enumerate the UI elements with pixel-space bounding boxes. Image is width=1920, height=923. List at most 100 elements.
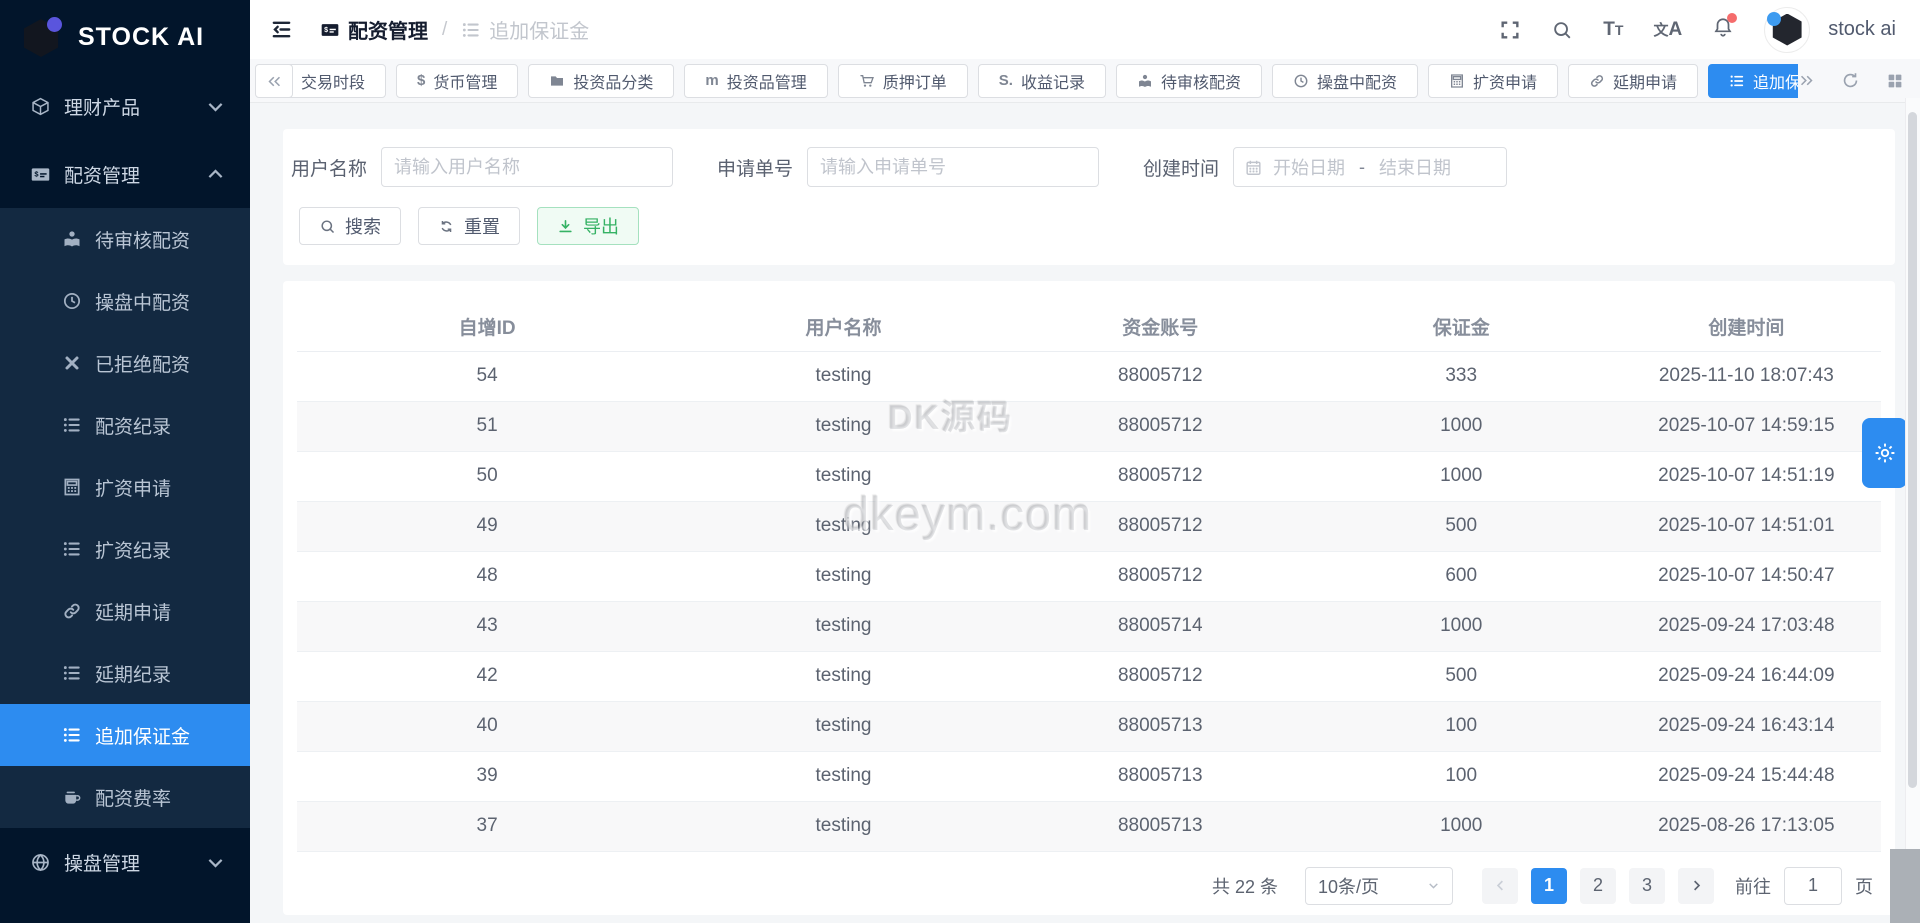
- prev-page-button[interactable]: [1482, 868, 1518, 904]
- clock-icon: [1293, 73, 1309, 89]
- page-content: 用户名称 申请单号 创建时间 开始日期 - 结束日期: [250, 104, 1920, 923]
- tab-delay-apply[interactable]: 延期申请: [1568, 64, 1698, 98]
- tabs-scroll-right-button[interactable]: [1798, 72, 1815, 89]
- sidebar-item-expand-records[interactable]: 扩资纪录: [0, 518, 250, 580]
- column-header-id: 自增ID: [297, 302, 677, 351]
- sidebar-item-operating[interactable]: 操盘中配资: [0, 270, 250, 332]
- settings-fab-button[interactable]: [1862, 418, 1907, 488]
- tab-pending-review[interactable]: 待审核配资: [1116, 64, 1262, 98]
- search-button[interactable]: 搜索: [299, 207, 401, 245]
- column-header-created: 创建时间: [1612, 302, 1881, 351]
- user-name[interactable]: stock ai: [1828, 18, 1896, 41]
- sidebar: STOCK AI 理财产品 $ 配资管理 待审核配资 操盘中配资 已拒绝配资: [0, 0, 250, 923]
- username-input[interactable]: [381, 147, 673, 187]
- column-header-username: 用户名称: [677, 302, 1010, 351]
- table-row: 48testing880057126002025-10-07 14:50:47: [297, 551, 1881, 601]
- sidebar-item-rejected[interactable]: 已拒绝配资: [0, 332, 250, 394]
- fullscreen-icon[interactable]: [1499, 19, 1521, 41]
- table-row: 37testing8800571310002025-08-26 17:13:05: [297, 801, 1881, 851]
- tab-pledge-orders[interactable]: 质押订单: [838, 64, 968, 98]
- sidebar-item-margin-call[interactable]: 追加保证金: [0, 704, 250, 766]
- tab-investment-management[interactable]: m 投资品管理: [684, 64, 827, 98]
- filter-username: 用户名称: [291, 147, 673, 187]
- scrollbar-thumb[interactable]: [1908, 112, 1917, 788]
- scrollbar-bottom-block: [1890, 849, 1920, 923]
- page-button-2[interactable]: 2: [1580, 868, 1616, 904]
- goto-page-input[interactable]: [1784, 867, 1842, 905]
- sidebar-item-label: 待审核配资: [95, 226, 190, 253]
- table-row: 39testing880057131002025-09-24 15:44:48: [297, 751, 1881, 801]
- cell-margin: 500: [1311, 501, 1612, 551]
- cell-account: 88005712: [1010, 351, 1311, 401]
- sidebar-collapse-button[interactable]: [266, 15, 296, 45]
- menu-fold-icon: [270, 18, 293, 41]
- sidebar-item-delay-apply[interactable]: 延期申请: [0, 580, 250, 642]
- tab-expand-apply[interactable]: 扩资申请: [1428, 64, 1558, 98]
- cell-username: testing: [677, 751, 1010, 801]
- sidebar-item-expand-apply[interactable]: 扩资申请: [0, 456, 250, 518]
- created-time-label: 创建时间: [1143, 154, 1219, 181]
- next-page-button[interactable]: [1678, 868, 1714, 904]
- sidebar-item-delay-records[interactable]: 延期纪录: [0, 642, 250, 704]
- date-range-picker[interactable]: 开始日期 - 结束日期: [1233, 147, 1507, 187]
- start-date-placeholder: 开始日期: [1273, 154, 1345, 180]
- topbar-actions: TT 文A stock ai: [1499, 7, 1896, 53]
- download-icon: [557, 218, 574, 235]
- cell-id: 40: [297, 701, 677, 751]
- money-check-icon: $: [30, 164, 51, 185]
- pagination-total: 共 22 条: [1212, 873, 1278, 899]
- breadcrumb-section-label: 配资管理: [348, 15, 428, 44]
- sidebar-item-licai-products[interactable]: 理财产品: [0, 72, 250, 140]
- tabs-scroll-left-button[interactable]: [255, 64, 293, 98]
- orderno-input[interactable]: [807, 147, 1099, 187]
- cell-created: 2025-09-24 15:44:48: [1612, 751, 1881, 801]
- chevron-up-icon: [205, 164, 226, 185]
- cell-id: 39: [297, 751, 677, 801]
- page-button-3[interactable]: 3: [1629, 868, 1665, 904]
- cell-margin: 1000: [1311, 401, 1612, 451]
- cell-margin: 100: [1311, 701, 1612, 751]
- tab-currency-management[interactable]: $ 货币管理: [396, 64, 518, 98]
- tab-margin-call[interactable]: 追加保证金: [1708, 64, 1798, 98]
- search-button-label: 搜索: [345, 213, 381, 239]
- cell-margin: 1000: [1311, 451, 1612, 501]
- tab-earnings-records[interactable]: S. 收益记录: [978, 64, 1106, 98]
- cell-account: 88005712: [1010, 401, 1311, 451]
- tab-label: 质押订单: [883, 69, 947, 93]
- sidebar-item-pending-review[interactable]: 待审核配资: [0, 208, 250, 270]
- cell-account: 88005713: [1010, 801, 1311, 851]
- reset-button-label: 重置: [464, 213, 500, 239]
- table-row: 51testing8800571210002025-10-07 14:59:15: [297, 401, 1881, 451]
- export-button[interactable]: 导出: [537, 207, 639, 245]
- filter-created-time: 创建时间 开始日期 - 结束日期: [1143, 147, 1507, 187]
- cell-username: testing: [677, 551, 1010, 601]
- notifications-button[interactable]: [1712, 16, 1734, 43]
- font-size-icon[interactable]: TT: [1603, 19, 1623, 41]
- vertical-scrollbar[interactable]: [1905, 98, 1920, 923]
- tab-bar: 交易时段 $ 货币管理 投资品分类 m 投资品管理 质押订单 S. 收益记录: [250, 59, 1920, 103]
- gear-icon: [1873, 441, 1897, 465]
- sidebar-item-peizi-rates[interactable]: 配资费率: [0, 766, 250, 828]
- tab-operating[interactable]: 操盘中配资: [1272, 64, 1418, 98]
- table-row: 42testing880057125002025-09-24 16:44:09: [297, 651, 1881, 701]
- list-icon: [1729, 73, 1745, 89]
- filter-panel: 用户名称 申请单号 创建时间 开始日期 - 结束日期: [283, 129, 1895, 265]
- pagination: 共 22 条 10条/页 1 2 3 前往 页: [297, 857, 1881, 915]
- reset-button[interactable]: 重置: [418, 207, 520, 245]
- page-unit-label: 页: [1855, 873, 1873, 899]
- breadcrumb-section[interactable]: $ 配资管理: [320, 15, 428, 44]
- page-size-select[interactable]: 10条/页: [1305, 867, 1453, 905]
- refresh-button[interactable]: [1841, 71, 1860, 90]
- sidebar-item-caopan-management[interactable]: 操盘管理: [0, 828, 250, 896]
- data-table-panel: 自增ID 用户名称 资金账号 保证金 创建时间 54testing8800571…: [283, 281, 1895, 915]
- sidebar-item-peizi-management[interactable]: $ 配资管理: [0, 140, 250, 208]
- tab-investment-categories[interactable]: 投资品分类: [528, 64, 674, 98]
- translate-icon[interactable]: 文A: [1653, 19, 1682, 41]
- cell-created: 2025-11-10 18:07:43: [1612, 351, 1881, 401]
- avatar[interactable]: [1764, 7, 1810, 53]
- sidebar-item-peizi-records[interactable]: 配资纪录: [0, 394, 250, 456]
- tab-layout-button[interactable]: [1886, 72, 1904, 90]
- chevron-left-icon: [1493, 878, 1508, 893]
- search-icon[interactable]: [1551, 19, 1573, 41]
- page-button-1[interactable]: 1: [1531, 868, 1567, 904]
